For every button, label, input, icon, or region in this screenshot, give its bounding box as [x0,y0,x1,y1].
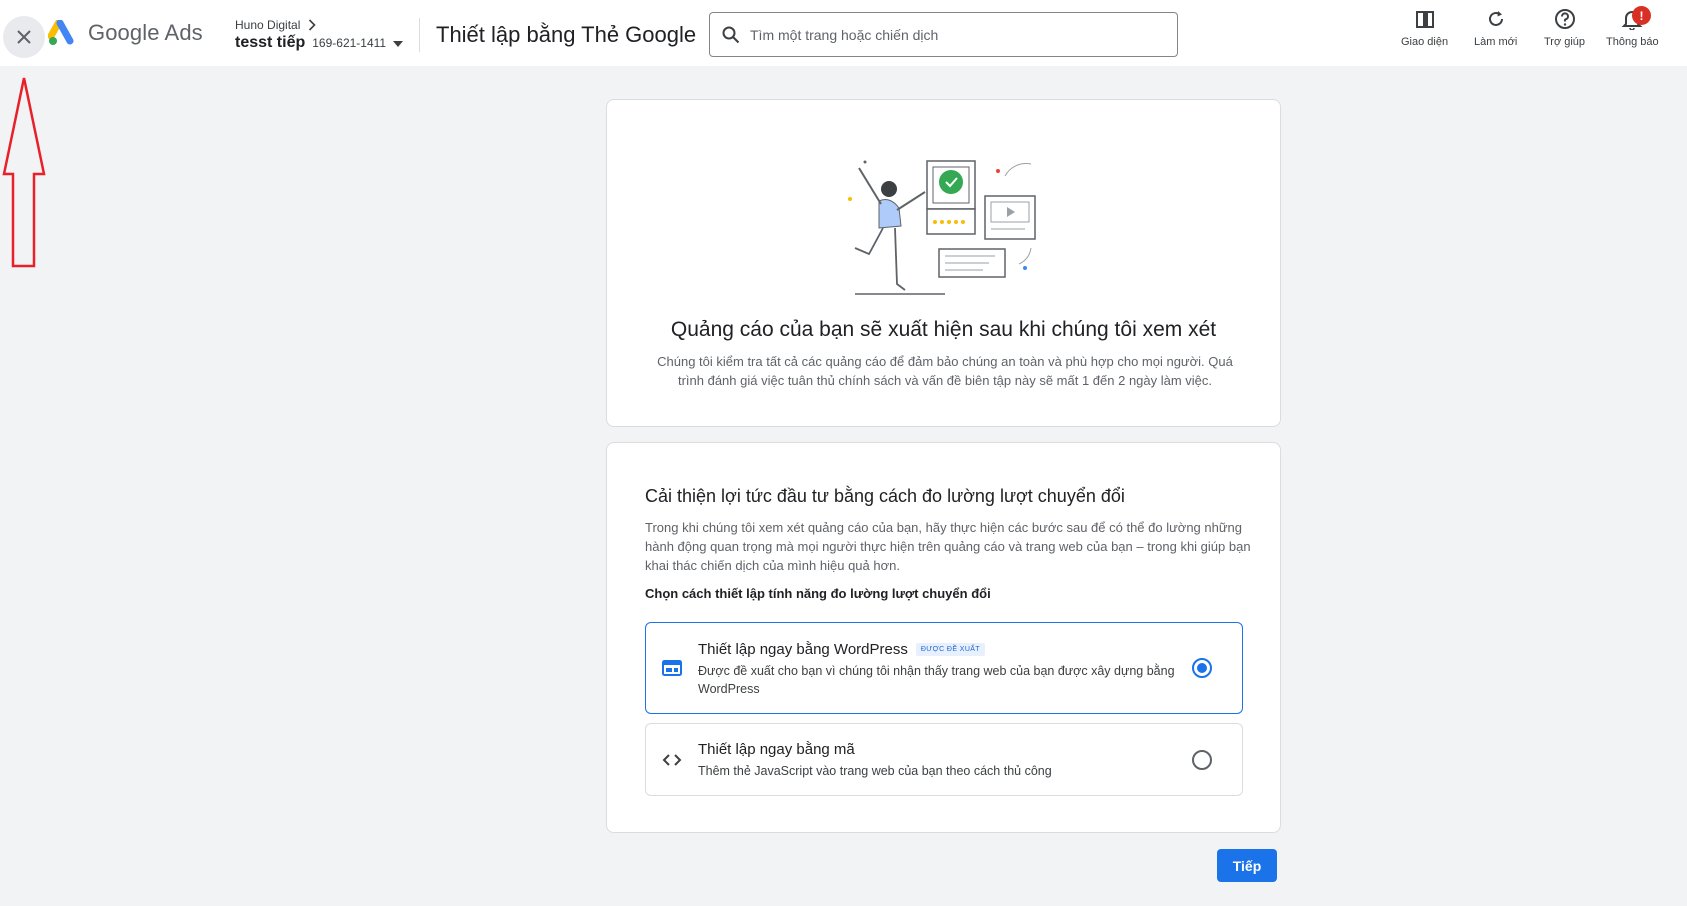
option-code[interactable]: Thiết lập ngay bằng mã Thêm thẻ JavaScri… [645,723,1243,796]
option-wordpress-title: Thiết lập ngay bằng WordPress [698,641,908,658]
notifications-label: Thông báo [1606,36,1659,48]
notification-badge: ! [1632,6,1651,25]
refresh-icon [1488,11,1503,26]
conversion-description: Trong khi chúng tôi xem xét quảng cáo củ… [645,520,1251,573]
account-name: tesst tiếp [235,34,306,51]
google-ads-logo-icon [48,20,74,45]
review-card: Quảng cáo của bạn sẽ xuất hiện sau khi c… [606,99,1281,427]
account-id: 169-621-1411 [312,36,387,50]
search-input[interactable] [750,26,1150,43]
appearance-icon [1415,11,1434,28]
review-title: Quảng cáo của bạn sẽ xuất hiện sau khi c… [670,318,1217,341]
review-description: Chúng tôi kiểm tra tất cả các quảng cáo … [657,354,1233,388]
option-wordpress[interactable]: Thiết lập ngay bằng WordPress Được đề xu… [645,622,1243,714]
close-icon [17,30,31,44]
google-ads-logo[interactable]: Google Ads [48,20,203,46]
conversion-card: Cải thiện lợi tức đầu tư bằng cách đo lư… [606,442,1281,833]
account-selector[interactable]: Huno Digital tesst tiếp 169-621-1411 [235,18,404,52]
choose-method-label: Chọn cách thiết lập tính năng đo lường l… [645,586,991,601]
chevron-right-icon [309,19,317,31]
help-icon [1554,9,1575,29]
account-parent: Huno Digital [235,18,301,32]
option-wordpress-description: Được đề xuất cho bạn vì chúng tôi nhận t… [698,664,1175,696]
review-illustration [848,160,1036,295]
web-layout-icon [662,660,682,676]
option-code-title: Thiết lập ngay bằng mã [698,741,855,758]
help-label: Trợ giúp [1544,36,1586,48]
logo-text: Google Ads [88,20,203,45]
recommended-badge: Được đề xuất [915,643,986,656]
page-title: Thiết lập bằng Thẻ Google [436,22,697,47]
code-icon [662,753,682,766]
appearance-button[interactable]: Giao diện [1401,8,1448,48]
option-wordpress-radio[interactable] [1192,658,1212,678]
option-code-radio[interactable] [1192,749,1212,770]
refresh-button[interactable]: Làm mới [1474,8,1517,48]
search-icon [722,26,740,43]
header-divider [419,18,420,52]
notifications-button[interactable]: ! Thông báo [1606,6,1659,48]
option-code-description: Thêm thẻ JavaScript vào trang web của bạ… [698,764,1052,778]
next-button[interactable]: Tiếp [1217,849,1277,882]
close-button[interactable] [3,16,45,58]
top-bar: Google Ads Huno Digital tesst tiếp 169-6… [0,0,1687,66]
search-box[interactable] [709,12,1178,57]
conversion-title: Cải thiện lợi tức đầu tư bằng cách đo lư… [645,486,1125,506]
help-button[interactable]: Trợ giúp [1544,8,1585,48]
appearance-label: Giao diện [1401,36,1449,48]
refresh-label: Làm mới [1474,36,1518,48]
caret-down-icon[interactable] [393,41,404,47]
annotation-arrow-up-icon [2,77,46,268]
